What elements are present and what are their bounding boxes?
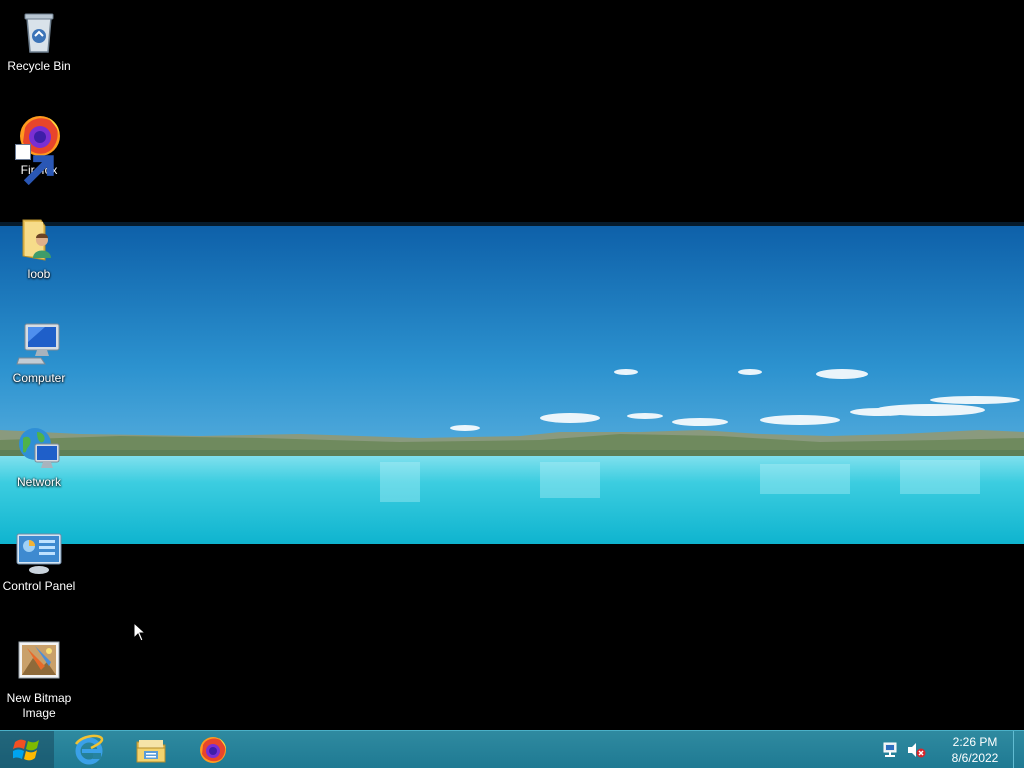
- internet-explorer-icon: [74, 734, 104, 764]
- show-desktop-button[interactable]: [1013, 731, 1024, 768]
- taskbar-clock[interactable]: 2:26 PM 8/6/2022: [940, 734, 1010, 766]
- desktop-icon-bitmap-image[interactable]: New Bitmap Image: [0, 640, 78, 721]
- taskbar-file-explorer-button[interactable]: [122, 731, 180, 768]
- desktop-icon-label: Network: [16, 475, 61, 489]
- desktop-icon-label: Recycle Bin: [7, 59, 71, 73]
- volume-muted-icon[interactable]: [906, 740, 926, 760]
- desktop-icon-label: Control Panel: [2, 579, 76, 593]
- desktop-icon-firefox[interactable]: Firefox: [0, 112, 78, 186]
- system-tray: 2:26 PM 8/6/2022: [880, 731, 1010, 768]
- desktop-icon-label: New Bitmap Image: [6, 691, 72, 720]
- desktop-icon-control-panel[interactable]: Control Panel: [0, 528, 78, 594]
- taskbar-firefox-button[interactable]: [184, 731, 242, 768]
- windows-logo-icon: [13, 739, 39, 760]
- desktop-icon-network[interactable]: Network: [0, 424, 78, 490]
- firefox-icon: [15, 112, 63, 186]
- desktop-icon-label: loob: [27, 267, 51, 281]
- firefox-icon: [200, 736, 226, 763]
- desktop-icon-user-folder[interactable]: loob: [0, 216, 78, 282]
- taskbar-internet-explorer-button[interactable]: [60, 731, 118, 768]
- control-panel-icon: [15, 528, 63, 576]
- bitmap-image-icon: [15, 640, 63, 688]
- desktop-wallpaper: [0, 222, 1024, 544]
- computer-icon: [15, 320, 63, 368]
- network-icon: [15, 424, 63, 472]
- desktop-icon-computer[interactable]: Computer: [0, 320, 78, 386]
- network-tray-icon[interactable]: [880, 740, 900, 760]
- taskbar: 2:26 PM 8/6/2022: [0, 730, 1024, 768]
- desktop-icon-recycle-bin[interactable]: Recycle Bin: [0, 8, 78, 74]
- recycle-bin-icon: [15, 8, 63, 56]
- clock-date: 8/6/2022: [951, 750, 999, 765]
- desktop-icon-label: Computer: [12, 371, 66, 385]
- clock-time: 2:26 PM: [952, 734, 998, 749]
- mouse-cursor-icon: [133, 621, 147, 642]
- user-folder-icon: [15, 216, 63, 264]
- file-explorer-icon: [136, 739, 166, 762]
- start-button[interactable]: [0, 731, 54, 768]
- shortcut-arrow-icon: [15, 144, 54, 186]
